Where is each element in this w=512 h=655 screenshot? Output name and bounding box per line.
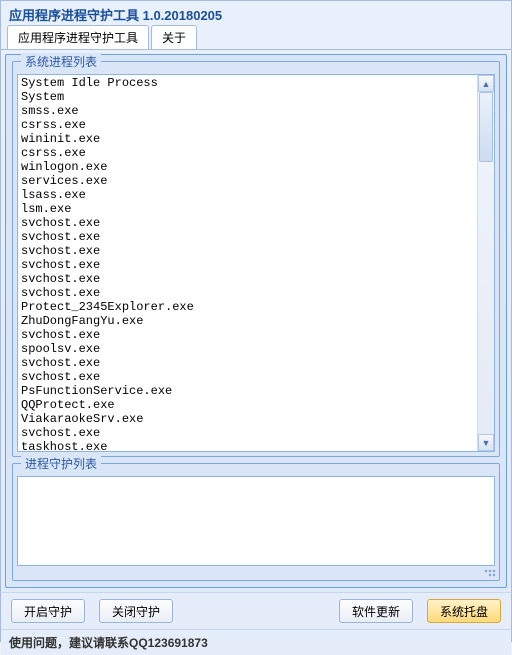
start-guard-button[interactable]: 开启守护 [11,599,85,623]
process-listbox[interactable]: System Idle Process System smss.exe csrs… [17,74,495,452]
title-bar[interactable]: 应用程序进程守护工具 1.0.20180205 [1,1,511,25]
tab-about[interactable]: 关于 [151,25,197,49]
guard-listbox[interactable] [17,476,495,566]
group-guard-list-title: 进程守护列表 [21,455,101,472]
tab-main[interactable]: 应用程序进程守护工具 [7,25,149,49]
app-window: 应用程序进程守护工具 1.0.20180205 应用程序进程守护工具 关于 系统… [0,0,512,642]
guard-list-content[interactable] [18,477,494,565]
window-title: 应用程序进程守护工具 1.0.20180205 [9,8,222,23]
tab-strip: 应用程序进程守护工具 关于 [1,25,511,50]
scroll-down-icon[interactable]: ▼ [478,434,494,451]
status-bar: 使用问题，建议请联系QQ123691873 [1,629,511,655]
stop-guard-button[interactable]: 关闭守护 [99,599,173,623]
button-bar: 开启守护 关闭守护 软件更新 系统托盘 [1,592,511,629]
resize-grip-icon[interactable] [483,568,497,578]
client-area: 系统进程列表 System Idle Process System smss.e… [5,54,507,588]
status-prefix: 使用问题，建议请联系 [9,636,129,650]
process-list-content[interactable]: System Idle Process System smss.exe csrs… [18,75,477,451]
scroll-thumb[interactable] [479,92,493,162]
group-system-processes: 系统进程列表 System Idle Process System smss.e… [12,61,500,457]
software-update-button[interactable]: 软件更新 [339,599,413,623]
scroll-up-icon[interactable]: ▲ [478,75,494,92]
system-tray-button[interactable]: 系统托盘 [427,599,501,623]
process-list-scrollbar[interactable]: ▲ ▼ [477,75,494,451]
group-system-processes-title: 系统进程列表 [21,53,101,70]
status-contact: QQ123691873 [129,636,208,650]
group-guard-list: 进程守护列表 [12,463,500,581]
